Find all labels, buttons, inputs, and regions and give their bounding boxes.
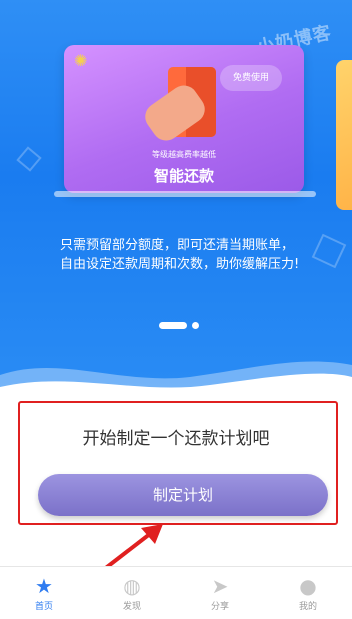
carousel-dot-active[interactable] xyxy=(159,322,187,329)
plan-prompt: 开始制定一个还款计划吧 xyxy=(82,429,270,449)
card-title: 智能还款 xyxy=(153,167,214,185)
tab-label-share: 分享 xyxy=(210,601,229,612)
tab-label-discover: 发现 xyxy=(122,601,141,612)
carousel-indicator[interactable] xyxy=(159,322,199,329)
tab-profile[interactable]: ● 我的 xyxy=(264,567,352,619)
paper-plane-icon: ➤ xyxy=(211,573,229,598)
star-icon: ★ xyxy=(35,573,53,598)
banner-description: 只需预留部分额度，即可还清当期账单，自由设定还款周期和次数，助你缓解压力! xyxy=(60,238,300,272)
tab-label-home: 首页 xyxy=(34,601,53,612)
gear-icon: ✺ xyxy=(74,51,88,70)
carousel-dot[interactable] xyxy=(192,322,199,329)
card-subtitle: 等级越高费率越低 xyxy=(152,150,216,159)
card-stand xyxy=(54,191,316,197)
tab-home[interactable]: ★ 首页 xyxy=(0,567,88,619)
create-plan-button[interactable]: 制定计划 xyxy=(38,474,328,516)
tab-share[interactable]: ➤ 分享 xyxy=(176,567,264,619)
decor-square xyxy=(311,233,347,269)
tab-discover[interactable]: ◍ 发现 xyxy=(88,567,176,619)
user-icon: ● xyxy=(299,573,317,598)
tab-label-profile: 我的 xyxy=(298,601,317,612)
promo-card[interactable]: ✺ 免费使用 等级越高费率越低 智能还款 xyxy=(64,45,304,193)
wave-divider xyxy=(0,361,352,392)
bottom-tab-bar: ★ 首页 ◍ 发现 ➤ 分享 ● 我的 xyxy=(0,566,352,619)
free-use-bubble: 免费使用 xyxy=(220,65,282,91)
decor-square xyxy=(16,146,42,172)
next-slide-peek[interactable] xyxy=(336,60,352,210)
planet-icon: ◍ xyxy=(123,573,141,598)
hero-banner: 小奶博客 ✺ 免费使用 等级越高费率越低 智能还款 只需预留部分额度，即可还清当… xyxy=(0,0,352,392)
